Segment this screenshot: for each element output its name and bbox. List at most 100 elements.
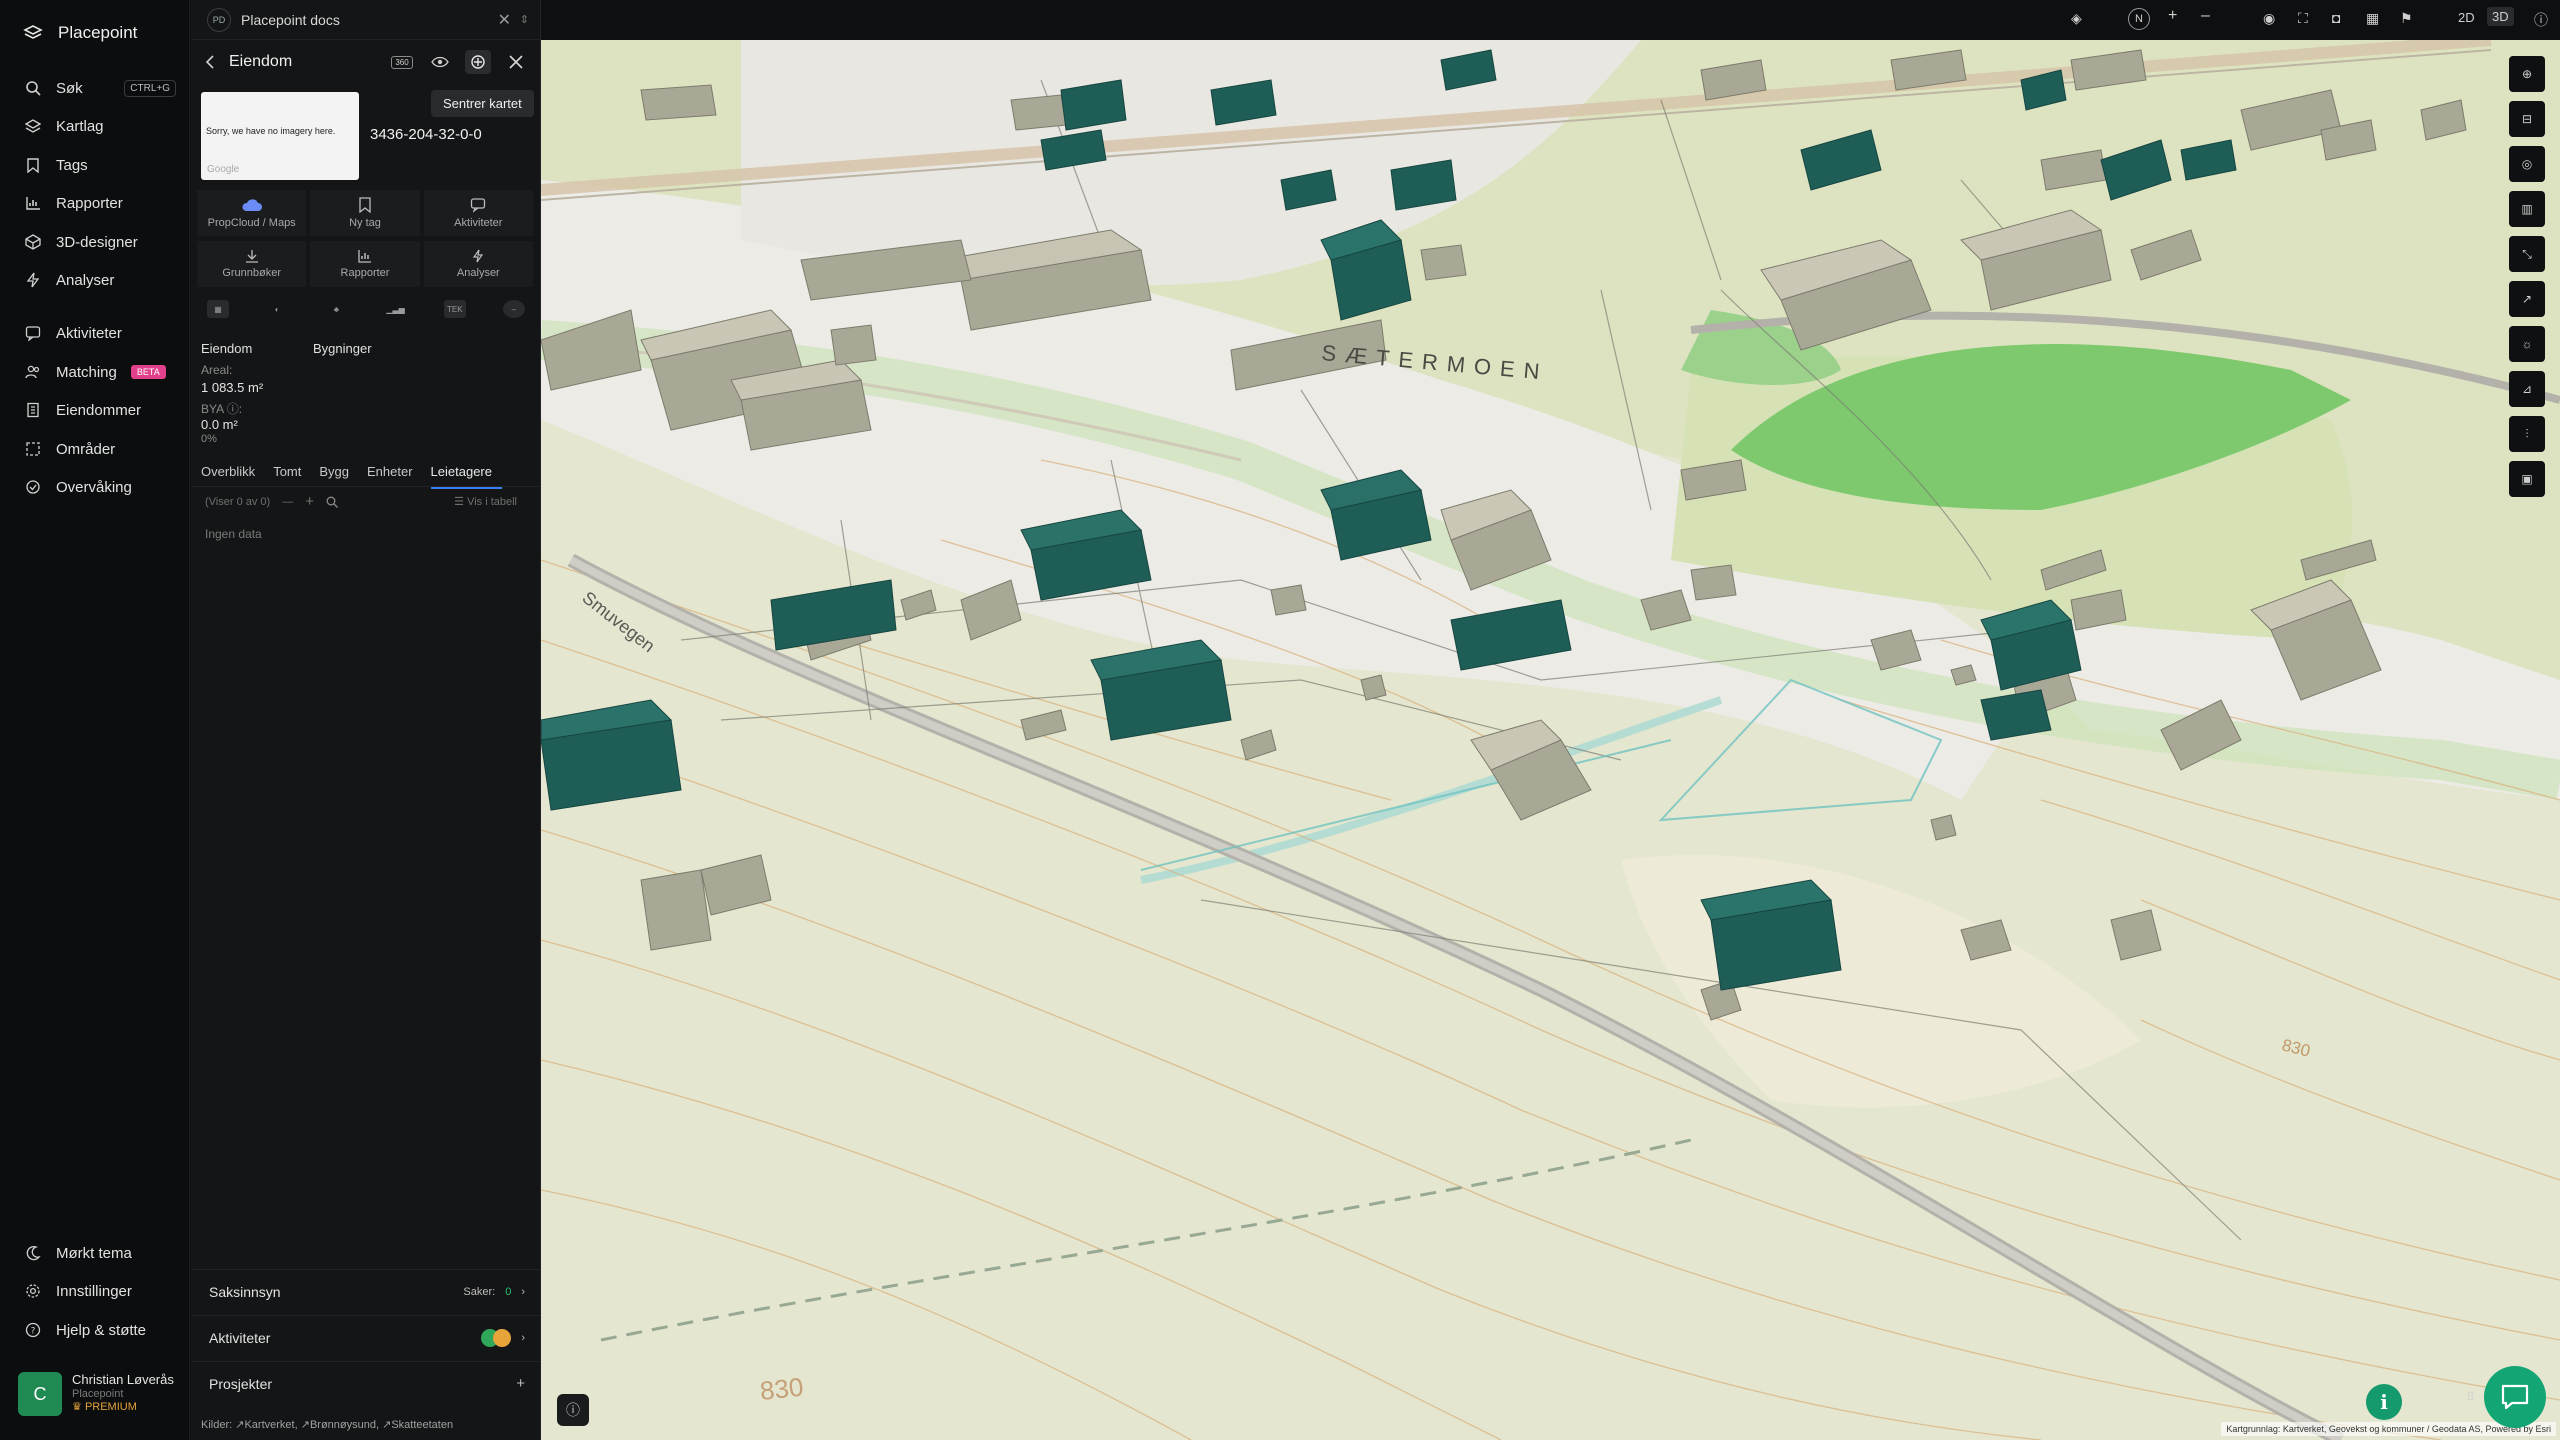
grunnboker-button[interactable]: Grunnbøker bbox=[197, 241, 307, 287]
eye-icon[interactable] bbox=[427, 50, 453, 74]
360-view-button[interactable]: 360 bbox=[389, 50, 415, 74]
nav-item-3d-designer[interactable]: 3D-designer bbox=[0, 225, 190, 259]
drag-handle-icon[interactable]: ⠿ bbox=[2466, 1390, 2475, 1404]
info-button[interactable]: i bbox=[2366, 1384, 2402, 1420]
map-help-button[interactable]: ⓘ bbox=[557, 1394, 589, 1426]
grid-icon[interactable]: ▦ bbox=[2366, 10, 2379, 27]
map-3d-view[interactable]: SÆTERMOEN Smuvegen 830 830 Kartgrunnlag:… bbox=[541, 40, 2560, 1440]
map-tools-column: ⊕ ⊟ ◎ ▥ ⤡ ↗ ☼ ⊿ ⫶ ▣ bbox=[2509, 56, 2545, 497]
tek-button[interactable]: TEK bbox=[443, 300, 466, 318]
zoom-in-icon[interactable]: + bbox=[2168, 7, 2177, 25]
sources-label: Kilder: bbox=[201, 1419, 233, 1431]
ruler-icon[interactable]: ⊿ bbox=[2509, 371, 2545, 407]
nav-label: Eiendommer bbox=[56, 401, 142, 419]
streetview-thumbnail[interactable]: Sorry, we have no imagery here. Google bbox=[201, 92, 359, 180]
globe-icon[interactable]: ◐ bbox=[266, 300, 288, 318]
mode-3d-button[interactable]: 3D bbox=[2487, 7, 2514, 26]
source-link[interactable]: ↗Brønnøysund bbox=[301, 1419, 376, 1431]
bookmark-icon[interactable]: ⚑ bbox=[2400, 10, 2413, 27]
nav-label: Matching bbox=[56, 363, 117, 381]
collapse-icon[interactable]: — bbox=[282, 496, 293, 508]
nav-item-matching[interactable]: Matching BETA bbox=[0, 355, 190, 389]
analyses-button[interactable]: Analyser bbox=[423, 241, 533, 287]
action-label: Ny tag bbox=[349, 217, 381, 229]
nav-item-overvaking[interactable]: Overvåking bbox=[0, 470, 190, 504]
gear-icon bbox=[24, 1282, 42, 1300]
camera-icon[interactable]: ◘ bbox=[2332, 10, 2340, 26]
more-icon[interactable]: – bbox=[502, 300, 525, 318]
add-icon[interactable]: + bbox=[305, 493, 314, 510]
info-circle-icon[interactable]: ⓘ bbox=[2534, 10, 2548, 30]
nav-item-help[interactable]: ? Hjelp & støtte bbox=[0, 1313, 190, 1347]
trees-icon[interactable]: ♣ bbox=[325, 300, 347, 318]
sun-icon[interactable]: ☼ bbox=[2509, 326, 2545, 362]
nav-item-dark-theme[interactable]: Mørkt tema bbox=[0, 1236, 190, 1270]
chat-button[interactable] bbox=[2484, 1366, 2546, 1428]
action-label: Analyser bbox=[456, 267, 500, 279]
main-nav: Placepoint Søk CTRL+G Kartlag Tags Rappo… bbox=[0, 0, 190, 1440]
nav-item-omrader[interactable]: Områder bbox=[0, 432, 190, 466]
nav-item-analyser[interactable]: Analyser bbox=[0, 263, 190, 297]
section-aktiviteter[interactable]: Aktiviteter › bbox=[191, 1315, 541, 1359]
measure-icon[interactable]: ⊟ bbox=[2509, 101, 2545, 137]
bars-icon[interactable]: ▁▃▅ bbox=[385, 300, 407, 318]
bolt-icon bbox=[472, 249, 484, 263]
tab-bygg[interactable]: Bygg bbox=[319, 460, 359, 489]
layers-stack-icon[interactable]: ◈ bbox=[2071, 10, 2082, 27]
nav-item-eiendommer[interactable]: Eiendommer bbox=[0, 393, 190, 427]
nav-label: Søk bbox=[56, 79, 83, 97]
stats-icon[interactable]: ▥ bbox=[2509, 191, 2545, 227]
mode-2d-button[interactable]: 2D bbox=[2458, 10, 2475, 25]
tab-overblikk[interactable]: Overblikk bbox=[201, 460, 265, 489]
tab-enheter[interactable]: Enheter bbox=[367, 460, 423, 489]
back-icon[interactable] bbox=[205, 55, 215, 69]
show-in-table-button[interactable]: ☰ Vis i tabell bbox=[454, 495, 517, 508]
areal-label: Areal: bbox=[201, 363, 233, 377]
source-link[interactable]: ↗Kartverket bbox=[235, 1419, 294, 1431]
bookmark-icon bbox=[24, 156, 42, 174]
compass-button[interactable]: N bbox=[2128, 8, 2150, 30]
user-card[interactable]: C Christian Løverås Placepoint ♛ PREMIUM bbox=[18, 1372, 178, 1422]
search-icon[interactable] bbox=[326, 496, 338, 508]
cube-icon bbox=[24, 233, 42, 251]
matrikkel-icon[interactable]: ▦ bbox=[207, 300, 229, 318]
nav-item-rapporter[interactable]: Rapporter bbox=[0, 186, 190, 220]
view-icon[interactable]: ◎ bbox=[2509, 146, 2545, 182]
nav-item-aktiviteter[interactable]: Aktiviteter bbox=[0, 316, 190, 350]
action-label: Grunnbøker bbox=[222, 267, 282, 279]
image-icon[interactable]: ▣ bbox=[2509, 461, 2545, 497]
new-tag-button[interactable]: Ny tag bbox=[310, 190, 420, 236]
close-icon[interactable] bbox=[503, 50, 529, 74]
transform-icon[interactable]: ⤡ bbox=[2509, 236, 2545, 272]
workspace-name[interactable]: Placepoint docs bbox=[241, 12, 340, 28]
tab-tomt[interactable]: Tomt bbox=[273, 460, 311, 489]
close-workspace-icon[interactable]: ✕ bbox=[498, 10, 511, 30]
activities-button[interactable]: Aktiviteter bbox=[423, 190, 533, 236]
propcloud-button[interactable]: PropCloud / Maps bbox=[197, 190, 307, 236]
tab-leietagere[interactable]: Leietagere bbox=[430, 460, 502, 489]
add-project-icon[interactable]: + bbox=[516, 1375, 525, 1392]
zoom-out-icon[interactable]: – bbox=[2201, 7, 2210, 25]
workspace-avatar: PD bbox=[207, 7, 231, 32]
visibility-icon[interactable]: ◉ bbox=[2263, 10, 2275, 27]
nav-item-kartlag[interactable]: Kartlag bbox=[0, 109, 190, 143]
trend-icon[interactable]: ↗ bbox=[2509, 281, 2545, 317]
source-link[interactable]: ↗Skatteetaten bbox=[382, 1419, 453, 1431]
map-canvas[interactable]: SÆTERMOEN Smuvegen 830 830 bbox=[541, 40, 2560, 1440]
building-icon bbox=[24, 401, 42, 419]
center-map-button[interactable] bbox=[465, 50, 491, 74]
section-saksinnsyn[interactable]: Saksinnsyn Saker: 0 › bbox=[191, 1269, 541, 1313]
chevron-updown-icon[interactable]: ⇕ bbox=[520, 13, 529, 26]
elevation-icon[interactable]: ⫶ bbox=[2509, 416, 2545, 452]
nav-item-settings[interactable]: Innstillinger bbox=[0, 1274, 190, 1308]
fullscreen-icon[interactable]: ⛶ bbox=[2298, 10, 2308, 27]
section-prosjekter[interactable]: Prosjekter + bbox=[191, 1361, 541, 1405]
nav-item-search[interactable]: Søk CTRL+G bbox=[0, 71, 190, 105]
brand-name: Placepoint bbox=[58, 23, 138, 42]
brand[interactable]: Placepoint bbox=[22, 22, 137, 44]
beta-badge: BETA bbox=[130, 365, 166, 379]
nav-label: Aktiviteter bbox=[56, 324, 122, 342]
nav-item-tags[interactable]: Tags bbox=[0, 148, 190, 182]
search-layer-icon[interactable]: ⊕ bbox=[2509, 56, 2545, 92]
reports-button[interactable]: Rapporter bbox=[310, 241, 420, 287]
